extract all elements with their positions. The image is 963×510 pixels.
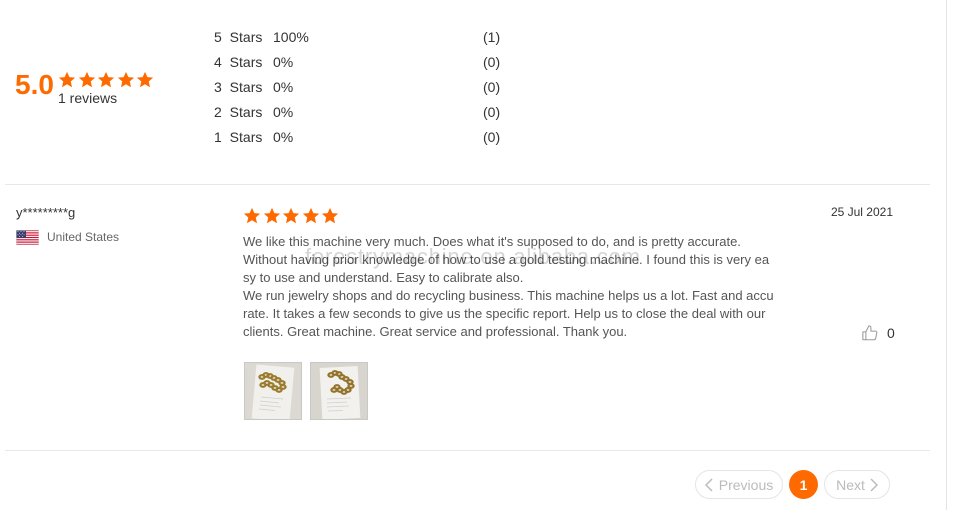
previous-page-button[interactable]: Previous — [695, 470, 783, 499]
rating-breakdown-row: 4 Stars 0% (0) — [0, 53, 520, 71]
breakdown-count: (0) — [483, 129, 501, 145]
breakdown-percent: 0% — [273, 104, 294, 120]
like-count: 0 — [887, 324, 895, 341]
breakdown-star-label: 2 Stars — [214, 104, 263, 120]
reviewer-country: United States — [47, 230, 120, 244]
review-text-line: rate. It takes a few seconds to give us … — [243, 306, 766, 321]
next-page-button[interactable]: Next — [824, 470, 890, 499]
breakdown-star-label: 5 Stars — [214, 29, 263, 45]
page-right-border — [946, 0, 947, 510]
breakdown-count: (0) — [483, 79, 501, 95]
review-photo-thumbnail[interactable] — [310, 362, 368, 420]
breakdown-percent: 0% — [273, 129, 294, 145]
chevron-right-icon — [870, 477, 878, 492]
breakdown-percent: 0% — [273, 79, 294, 95]
star-icon — [282, 207, 300, 224]
breakdown-percent: 0% — [273, 54, 294, 70]
gold-chain-photo — [245, 363, 301, 419]
breakdown-count: (0) — [483, 104, 501, 120]
star-icon — [302, 207, 319, 224]
chevron-left-icon — [704, 477, 713, 492]
breakdown-count: (1) — [483, 29, 501, 45]
review-body: We like this machine very much. Does wha… — [243, 233, 774, 341]
review-photo-thumbnail[interactable] — [244, 362, 302, 420]
section-divider — [5, 184, 930, 185]
section-divider — [5, 450, 930, 451]
rating-breakdown-row: 1 Stars 0% (0) — [0, 128, 520, 146]
review-date: 25 Jul 2021 — [830, 205, 893, 219]
rating-breakdown-row: 2 Stars 0% (0) — [0, 103, 520, 121]
us-flag-icon — [16, 230, 39, 245]
breakdown-star-label: 3 Stars — [214, 79, 263, 95]
review-star-rating — [243, 207, 339, 225]
rating-breakdown-row: 3 Stars 0% (0) — [0, 78, 520, 96]
breakdown-percent: 100% — [273, 29, 309, 45]
review-text-line: We run jewelry shops and do recycling bu… — [243, 288, 774, 303]
review-text-line: sy to use and understand. Easy to calibr… — [243, 270, 524, 285]
gold-chain-photo — [311, 363, 367, 419]
reviewer-name: y*********g — [16, 205, 76, 220]
star-icon — [243, 207, 261, 224]
breakdown-star-label: 4 Stars — [214, 54, 263, 70]
breakdown-star-label: 1 Stars — [214, 129, 263, 145]
helpful-like-button[interactable]: 0 — [861, 324, 895, 342]
next-label: Next — [836, 476, 865, 493]
thumbs-up-icon — [861, 324, 879, 342]
star-icon — [321, 207, 339, 224]
review-text-line: We like this machine very much. Does wha… — [243, 234, 741, 249]
page-button-current[interactable]: 1 — [789, 470, 818, 499]
review-text-line: Without having prior knowledge of how to… — [243, 252, 770, 267]
previous-label: Previous — [718, 476, 774, 493]
rating-breakdown-row: 5 Stars 100% (1) — [0, 28, 520, 46]
review-text-line: clients. Great machine. Great service an… — [243, 324, 628, 339]
star-icon — [263, 207, 280, 224]
breakdown-count: (0) — [483, 54, 501, 70]
